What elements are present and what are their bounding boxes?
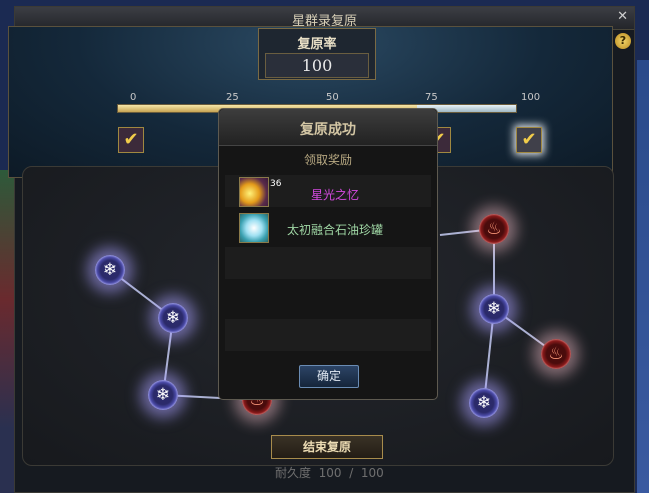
snowflake-icon: ❄ [102, 260, 118, 280]
flame-icon: ♨ [548, 344, 564, 364]
durability-label: 耐久度 [275, 466, 312, 480]
reward-row-empty [225, 247, 431, 279]
reward-name: 太初融合石油珍罐 [286, 223, 383, 237]
dialog-subtitle: 领取奖励 [303, 153, 352, 167]
star-node-ice[interactable]: ❄ [469, 388, 499, 418]
star-node-fire[interactable]: ♨ [479, 214, 509, 244]
flame-icon: ♨ [486, 219, 502, 239]
dialog-title: 复原成功 [300, 122, 356, 138]
dialog-header: 复原成功 [219, 109, 437, 146]
durability-current: 100 [318, 466, 342, 480]
end-restore-button[interactable]: 结束复原 [271, 435, 383, 459]
star-node-ice[interactable]: ❄ [158, 303, 188, 333]
star-node-ice[interactable]: ❄ [95, 255, 125, 285]
restore-success-dialog: 复原成功 领取奖励 36 星光之忆 太初融合石油珍罐 确定 [218, 108, 438, 400]
star-node-fire[interactable]: ♨ [541, 339, 571, 369]
star-node-ice[interactable]: ❄ [148, 380, 178, 410]
durability-max: 100 [360, 466, 384, 480]
confirm-button[interactable]: 确定 [299, 365, 359, 388]
reward-row-empty [225, 283, 431, 315]
snowflake-icon: ❄ [155, 385, 171, 405]
reward-row-empty [225, 319, 431, 351]
snowflake-icon: ❄ [486, 299, 502, 319]
star-node-ice[interactable]: ❄ [479, 294, 509, 324]
snowflake-icon: ❄ [165, 308, 181, 328]
durability-readout: 耐久度 100 / 100 [275, 464, 384, 481]
reward-name: 星光之忆 [310, 188, 359, 202]
snowflake-icon: ❄ [476, 393, 492, 413]
durability-separator: / [349, 466, 354, 480]
